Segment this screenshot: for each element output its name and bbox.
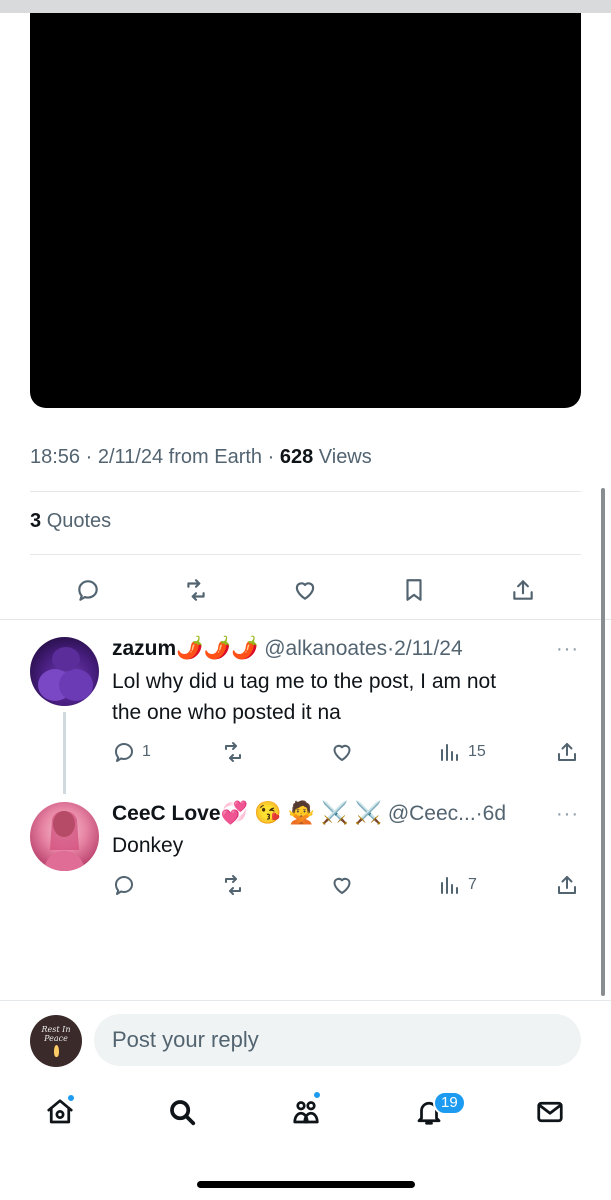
home-indicator (197, 1181, 415, 1188)
views-count: 15 (468, 743, 486, 760)
current-user-avatar[interactable]: Rest In Peace (30, 1015, 82, 1067)
quotes-link[interactable]: 3 Quotes (30, 510, 111, 533)
repost-icon (225, 875, 241, 895)
share-button[interactable] (508, 575, 538, 605)
post-time: 18:56 (30, 446, 81, 468)
share-icon (558, 876, 576, 894)
avatar[interactable] (30, 637, 99, 706)
repost-icon (187, 579, 205, 601)
reply-time: 6d (482, 802, 507, 825)
share-icon (558, 743, 576, 761)
bookmark-button[interactable] (399, 575, 429, 605)
tab-messages[interactable] (532, 1094, 568, 1130)
top-strip (0, 0, 611, 13)
post-meta: 18:56 · 2/11/24 from Earth · 628 Views (30, 446, 372, 469)
repost-button[interactable] (181, 575, 211, 605)
display-name[interactable]: CeeC Love (112, 802, 221, 825)
more-options-icon[interactable]: ··· (556, 803, 579, 826)
reply-icon (115, 876, 133, 895)
messages-icon (537, 1101, 563, 1123)
reply-button[interactable] (73, 575, 103, 605)
name-emoji: 💞 😘 🙅 ⚔️ ⚔️ (220, 800, 382, 825)
avatar-caption: Rest In Peace (41, 1025, 71, 1043)
heart-icon (333, 877, 351, 894)
views-button[interactable] (438, 740, 462, 764)
like-button[interactable] (330, 740, 354, 764)
scrollbar[interactable] (601, 488, 605, 996)
avatar[interactable] (30, 802, 99, 871)
reply-text-line: Donkey (112, 834, 184, 857)
notifications-badge: 19 (433, 1091, 466, 1115)
reply-button[interactable] (112, 873, 136, 897)
bottom-tab-bar (0, 1084, 611, 1144)
repost-icon (225, 742, 241, 762)
like-button[interactable] (290, 575, 320, 605)
user-handle[interactable]: @Ceec... (388, 802, 476, 825)
more-options-icon[interactable]: ··· (556, 638, 579, 661)
reply-count: 1 (142, 743, 151, 760)
reply-button[interactable] (112, 740, 136, 764)
share-icon (513, 580, 533, 600)
analytics-icon (441, 744, 458, 761)
reply-icon (78, 580, 98, 601)
tab-search[interactable] (164, 1094, 200, 1130)
display-name[interactable]: zazum (112, 637, 176, 660)
tab-communities[interactable] (288, 1094, 324, 1130)
repost-button[interactable] (221, 740, 245, 764)
repost-button[interactable] (221, 873, 245, 897)
quotes-label: Quotes (46, 510, 112, 532)
reply-icon (115, 743, 133, 762)
thread-line (63, 712, 66, 794)
views-button[interactable] (438, 873, 462, 897)
share-button[interactable] (555, 873, 579, 897)
post-media[interactable] (30, 13, 581, 408)
meta-sep: · (267, 446, 275, 468)
views-label: Views (318, 446, 372, 468)
post-date: 2/11/24 (97, 446, 164, 468)
avatar-image (38, 647, 93, 701)
reply-time: 2/11/24 (394, 637, 463, 660)
communities-unread-dot (313, 1091, 321, 1099)
reply-input[interactable]: Post your reply (94, 1014, 581, 1066)
analytics-icon (441, 877, 458, 894)
meta-sep: · (475, 802, 483, 825)
reply-text: Donkey (112, 830, 183, 861)
like-button[interactable] (330, 873, 354, 897)
search-icon (170, 1100, 196, 1126)
heart-icon (333, 744, 351, 761)
reply-text-line: the one who posted it na (112, 701, 341, 724)
reply-text: Lol why did u tag me to the post, I am n… (112, 666, 496, 728)
user-handle[interactable]: @alkanoates (264, 637, 387, 660)
post-action-bar (0, 567, 611, 613)
heart-icon (295, 582, 315, 600)
reply-text-line: Lol why did u tag me to the post, I am n… (112, 670, 497, 693)
reply-composer: Rest In Peace Post your reply (0, 1001, 611, 1081)
divider (30, 554, 581, 555)
candle-icon (54, 1045, 59, 1057)
bookmark-icon (406, 579, 422, 601)
share-button[interactable] (555, 740, 579, 764)
views-count: 628 (279, 446, 314, 468)
views-count: 7 (468, 876, 477, 893)
home-unread-dot (67, 1094, 75, 1102)
name-emoji: 🌶️🌶️🌶️ (176, 635, 259, 660)
communities-icon (293, 1101, 319, 1124)
divider (30, 491, 581, 492)
post-source: from Earth (168, 446, 263, 468)
meta-sep: · (85, 446, 93, 468)
reply-header: CeeC Love💞 😘 🙅 ⚔️ ⚔️ @Ceec...·6d (112, 800, 506, 826)
avatar-image (44, 811, 85, 871)
divider (0, 619, 611, 620)
reply-header: zazum🌶️🌶️🌶️ @alkanoates·2/11/24 (112, 635, 463, 661)
quotes-count: 3 (30, 510, 42, 532)
